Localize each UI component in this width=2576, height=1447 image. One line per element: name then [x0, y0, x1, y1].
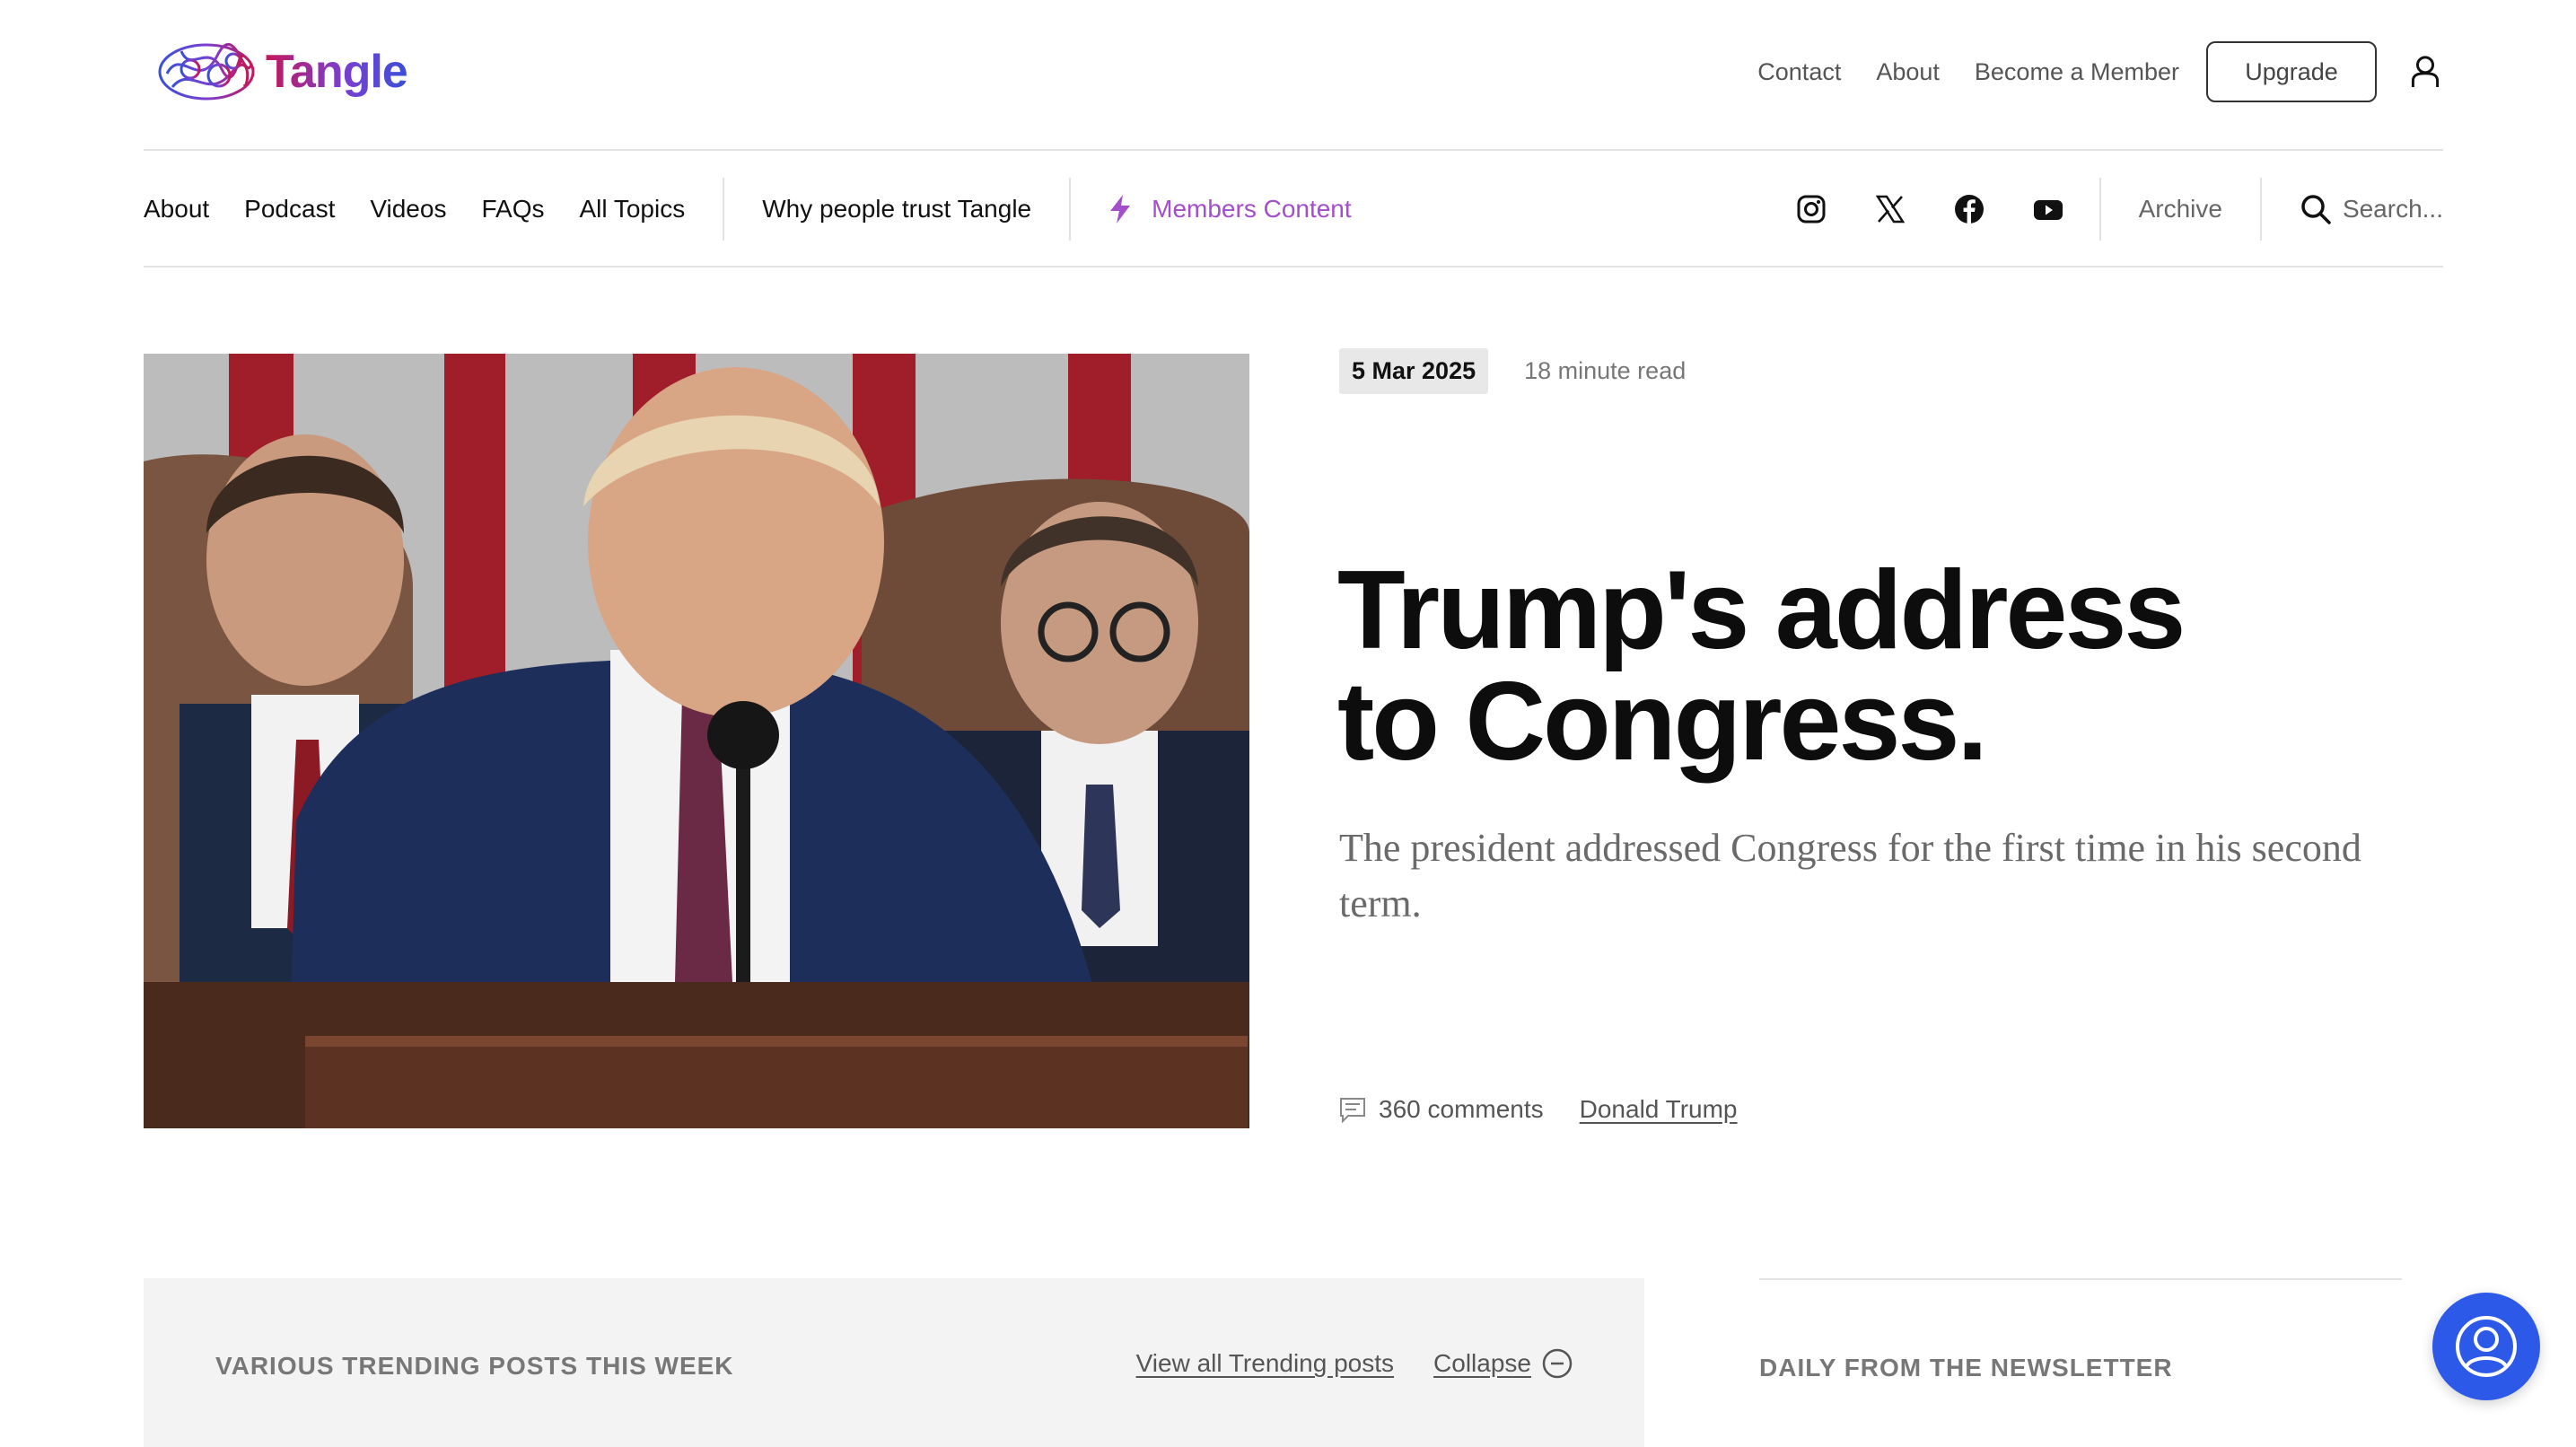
collapse-button[interactable]: Collapse [1433, 1349, 1531, 1378]
article-title-line-1: Trump's address [1337, 548, 2186, 672]
user-circle-icon [2456, 1316, 2517, 1377]
upgrade-button[interactable]: Upgrade [2206, 41, 2377, 102]
brand-name: Tangle [266, 46, 408, 98]
user-icon[interactable] [2407, 52, 2443, 92]
nav-item-faqs[interactable]: FAQs [481, 195, 544, 224]
youtube-icon[interactable] [2033, 194, 2063, 224]
nav-item-podcast[interactable]: Podcast [244, 195, 335, 224]
contact-link[interactable]: Contact [1757, 58, 1841, 86]
article-subtitle: The president addressed Congress for the… [1339, 826, 2361, 925]
comments-link[interactable]: 360 comments [1379, 1095, 1544, 1124]
nav-item-members-content[interactable]: Members Content [1108, 195, 1352, 224]
article-hero-image[interactable] [144, 354, 1249, 1128]
brain-logo-icon [158, 43, 255, 101]
read-time: 18 minute read [1524, 357, 1687, 384]
nav-item-all-topics[interactable]: All Topics [579, 195, 685, 224]
search-input[interactable]: Search... [2300, 193, 2443, 225]
x-icon[interactable] [1875, 194, 1906, 224]
newsletter-divider [1759, 1278, 2402, 1280]
about-link[interactable]: About [1876, 58, 1940, 86]
topic-tag-link[interactable]: Donald Trump [1580, 1095, 1738, 1124]
article-footer: 360 comments Donald Trump [1339, 1095, 1738, 1124]
site-logo[interactable]: Tangle [154, 38, 408, 106]
support-chat-button[interactable] [2432, 1293, 2540, 1400]
view-all-trending-link[interactable]: View all Trending posts [1136, 1349, 1394, 1378]
minus-circle-icon[interactable] [1542, 1348, 1573, 1379]
facebook-icon[interactable] [1954, 194, 1985, 224]
comment-icon [1340, 1098, 1365, 1123]
archive-link[interactable]: Archive [2139, 195, 2222, 224]
site-header: Tangle Contact About Become a Member Upg… [144, 0, 2443, 151]
instagram-icon[interactable] [1796, 194, 1827, 224]
newsletter-title: DAILY FROM THE NEWSLETTER [1759, 1354, 2173, 1381]
become-member-link[interactable]: Become a Member [1975, 58, 2179, 86]
trending-panel: VARIOUS TRENDING POSTS THIS WEEK View al… [144, 1278, 1644, 1447]
article-meta: 5 Mar 2025 18 minute read [1339, 348, 1686, 394]
main-nav: About Podcast Videos FAQs All Topics Why… [144, 153, 2443, 267]
nav-item-about[interactable]: About [144, 195, 209, 224]
nav-item-why-trust[interactable]: Why people trust Tangle [762, 195, 1031, 224]
search-icon [2301, 195, 2331, 224]
nav-divider [2259, 178, 2262, 241]
nav-item-videos[interactable]: Videos [370, 195, 446, 224]
members-content-label: Members Content [1152, 195, 1352, 223]
search-placeholder: Search... [2342, 195, 2443, 223]
nav-divider [2098, 178, 2101, 241]
nav-divider [1069, 178, 1072, 241]
article-date: 5 Mar 2025 [1339, 348, 1489, 394]
article-title[interactable]: Trump's address to Congress. [1337, 555, 2325, 777]
article-title-line-2: to Congress. [1337, 660, 1988, 784]
header-links: Contact About Become a Member Upgrade [1757, 41, 2443, 102]
trending-title: VARIOUS TRENDING POSTS THIS WEEK [215, 1352, 734, 1380]
lightning-bolt-icon [1110, 195, 1131, 224]
nav-divider [723, 178, 725, 241]
